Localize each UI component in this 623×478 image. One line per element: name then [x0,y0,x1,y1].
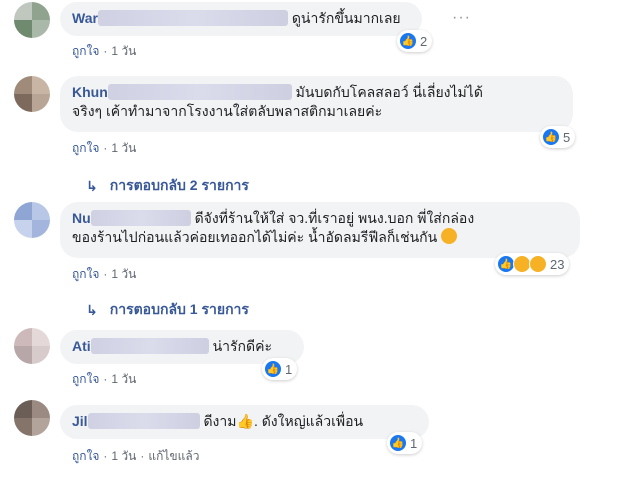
avatar[interactable] [14,76,50,112]
comment-text-line-2: จริงๆ เค้าทำมาจากโรงงานใส่ตลับพลาสติกมาเ… [72,103,383,119]
replies-label: การตอบกลับ 2 รายการ [109,177,249,193]
comment-time[interactable]: 1 วัน [111,372,136,386]
comment-bubble: Jil ดีงาม👍. ดังใหญ่แล้วเพื่อน [60,405,429,439]
reaction-summary[interactable]: 👍 23 [495,253,570,275]
laughing-emoji-icon [441,228,458,244]
reaction-summary[interactable]: 👍 1 [387,432,423,454]
comment-time[interactable]: 1 วัน [111,44,136,58]
reaction-count: 2 [420,33,428,49]
redacted-name [97,10,288,26]
comment-text: ดูน่ารักขึ้นมากเลย [291,10,401,26]
comment-bubble: Khun มันบดกับโคลสลอว์ นี่เลี่ยงไม่ได้ จร… [60,76,573,132]
reply-arrow-icon: ↳ [86,301,98,318]
reaction-summary[interactable]: 👍 5 [540,126,576,148]
like-link[interactable]: ถูกใจ [72,141,99,155]
avatar[interactable] [14,202,50,238]
comment-author[interactable]: Ati [72,338,91,354]
comment-text-after: . ดังใหญ่แล้วเพื่อน [253,413,364,429]
comment-meta: ถูกใจ · 1 วัน [72,372,137,386]
avatar[interactable] [14,328,50,364]
comment-text-line-1: มันบดกับโคลสลอว์ นี่เลี่ยงไม่ได้ [295,84,483,100]
like-reaction-icon: 👍 [542,128,560,146]
reaction-count: 23 [550,256,565,272]
comment-bubble: War ดูน่ารักขึ้นมากเลย [60,2,422,36]
comment-meta: ถูกใจ · 1 วัน [72,44,137,58]
reaction-summary[interactable]: 👍 2 [397,30,433,52]
comment-meta: ถูกใจ · 1 วัน [72,141,137,155]
comment-time[interactable]: 1 วัน [111,449,136,463]
redacted-name [87,413,200,429]
comment-bubble: Nu ดีจังที่ร้านให้ใส่ จว.ที่เราอยู่ พนง.… [60,202,580,258]
comment-author[interactable]: Khun [72,84,108,100]
like-link[interactable]: ถูกใจ [72,267,99,281]
reply-arrow-icon: ↳ [86,177,98,194]
view-replies-link[interactable]: ↳ การตอบกลับ 1 รายการ [86,299,249,321]
ellipsis-icon[interactable]: ··· [452,9,471,27]
comment-time[interactable]: 1 วัน [111,141,136,155]
comment-text-line-2: ของร้านไปก่อนแล้วค่อยเทออกได้ไม่ค่ะ น้ำอ… [72,229,438,245]
comment-author[interactable]: Nu [72,210,91,226]
comment-meta: ถูกใจ · 1 วัน [72,267,137,281]
like-reaction-icon: 👍 [389,434,407,452]
like-reaction-icon: 👍 [264,360,282,378]
reaction-count: 1 [410,435,418,451]
like-reaction-icon: 👍 [399,32,417,50]
haha-reaction-icon [529,255,547,273]
comment-author[interactable]: Jil [72,413,88,429]
like-link[interactable]: ถูกใจ [72,372,99,386]
avatar[interactable] [14,2,50,38]
like-link[interactable]: ถูกใจ [72,449,99,463]
reaction-count: 5 [563,129,571,145]
avatar[interactable] [14,400,50,436]
like-link[interactable]: ถูกใจ [72,44,99,58]
comment-meta: ถูกใจ · 1 วัน · แก้ไขแล้ว [72,449,200,463]
comment-author[interactable]: War [72,10,98,26]
redacted-name [90,210,191,226]
redacted-name [90,338,209,354]
comment-text-line-1: ดีจังที่ร้านให้ใส่ จว.ที่เราอยู่ พนง.บอก… [194,210,475,226]
thumbs-up-emoji-icon: 👍 [236,413,254,429]
view-replies-link[interactable]: ↳ การตอบกลับ 2 รายการ [86,175,249,197]
replies-label: การตอบกลับ 1 รายการ [109,301,249,317]
redacted-name [107,84,292,100]
comment-text: น่ารักดีค่ะ [212,338,272,354]
comment-time[interactable]: 1 วัน [111,267,136,281]
reaction-count: 1 [285,361,293,377]
comment-text: ดีงาม [203,413,237,429]
reaction-summary[interactable]: 👍 1 [262,358,298,380]
edited-label[interactable]: แก้ไขแล้ว [148,449,199,463]
